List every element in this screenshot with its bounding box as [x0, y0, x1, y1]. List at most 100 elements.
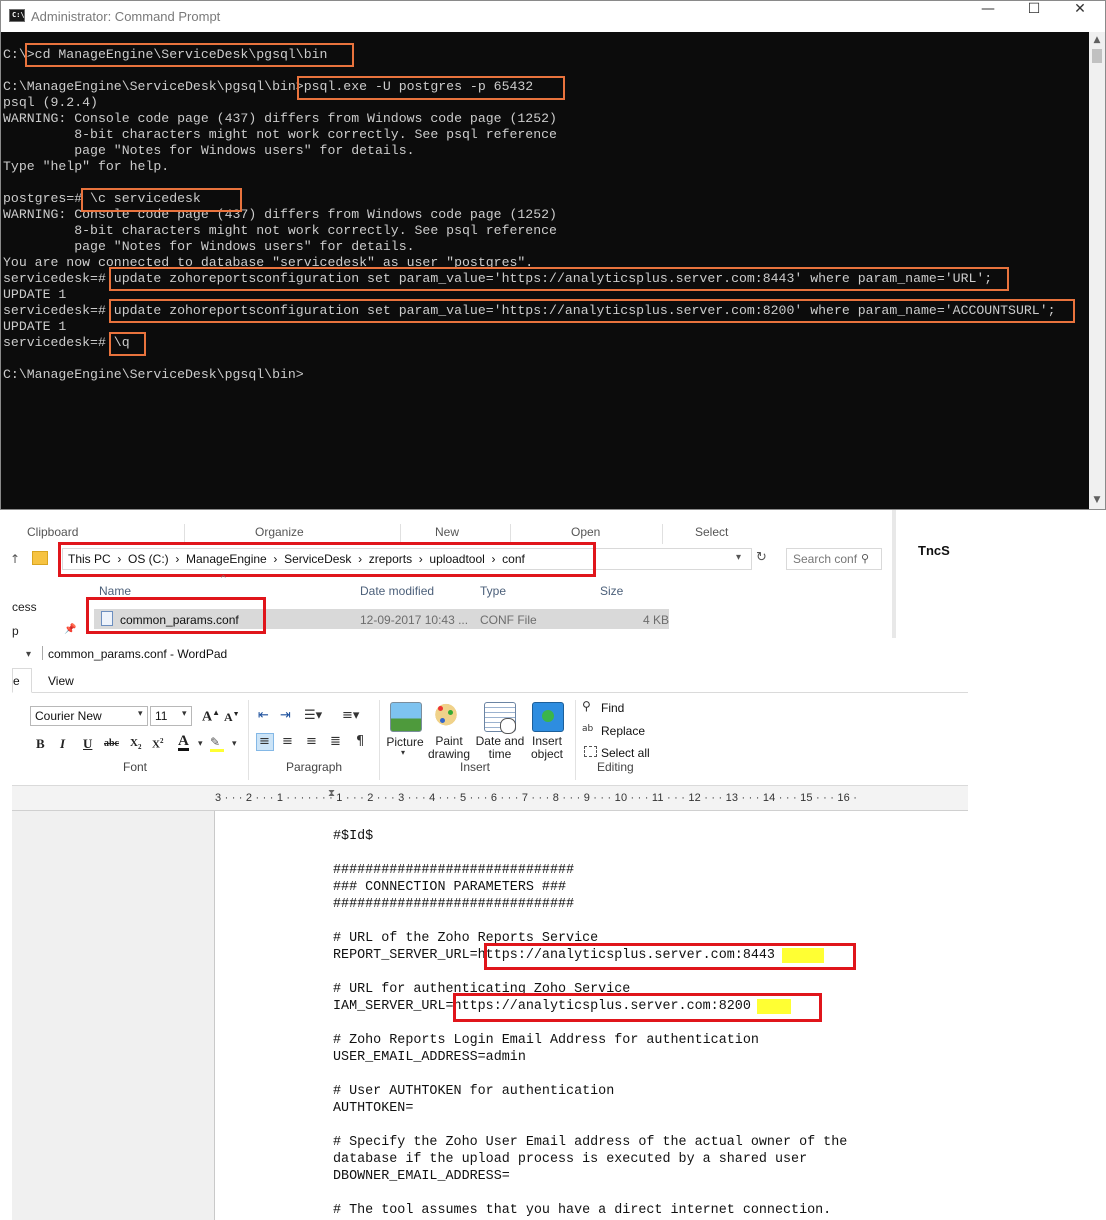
ribbon-group-clipboard: Clipboard: [27, 525, 79, 539]
ribbon-group-new: New: [435, 525, 460, 539]
text-color-icon[interactable]: A: [178, 734, 189, 751]
picture-button[interactable]: Picture: [382, 735, 428, 749]
minimize-button[interactable]: —: [965, 1, 1011, 32]
chevron-down-icon[interactable]: ▾: [138, 709, 143, 719]
annotation-box-path: [58, 542, 596, 577]
ribbon-group-select: Select: [695, 525, 729, 539]
divider: [248, 700, 249, 780]
annotation-box-cd: [25, 43, 354, 67]
annotation-box-connect: [81, 188, 242, 212]
paint-dot: [440, 718, 445, 723]
cmd-scrollbar[interactable]: ▲ ▼: [1089, 32, 1105, 509]
ribbon-group-organize: Organize: [255, 525, 304, 539]
insert-object-button[interactable]: Insert object: [524, 735, 570, 761]
annotation-box-update-url: [109, 267, 1009, 291]
tab-home[interactable]: e: [12, 668, 32, 693]
console-line: Type "help" for help.: [3, 159, 170, 174]
subscript-icon[interactable]: X2: [130, 737, 141, 751]
align-left-icon[interactable]: ≡: [259, 734, 270, 749]
strikethrough-icon[interactable]: abc: [104, 738, 119, 749]
date-time-button[interactable]: Date and time: [474, 735, 526, 761]
column-type[interactable]: Type: [480, 584, 506, 598]
scroll-thumb[interactable]: [1092, 49, 1102, 63]
doc-line: database if the upload process is execut…: [333, 1152, 808, 1167]
doc-line: # User AUTHTOKEN for authentication: [333, 1084, 615, 1099]
paragraph-settings-icon[interactable]: ¶: [356, 734, 364, 749]
group-label-paragraph: Paragraph: [286, 760, 343, 774]
scroll-up-icon[interactable]: ▲: [1089, 32, 1105, 48]
nav-item-p[interactable]: p: [12, 624, 19, 638]
grow-font-icon[interactable]: A▲: [202, 708, 220, 726]
find-button[interactable]: Find: [601, 701, 624, 715]
close-button[interactable]: ✕: [1057, 1, 1103, 32]
up-arrow-icon[interactable]: ↑: [10, 552, 20, 566]
doc-line: # Zoho Reports Login Email Address for a…: [333, 1033, 759, 1048]
cmd-window-title: Administrator: Command Prompt: [31, 9, 221, 24]
ribbon-tabs: e View: [12, 668, 968, 693]
sort-caret-icon: ^: [220, 574, 227, 583]
align-right-icon[interactable]: ≡: [306, 734, 317, 749]
divider: [510, 524, 511, 544]
paint-drawing-button[interactable]: Paint drawing: [424, 735, 474, 761]
file-explorer-window: Clipboard Organize New Open Select ↑ Thi…: [10, 510, 968, 638]
refresh-icon[interactable]: ↻: [756, 550, 767, 565]
ruler-scale: 3 · · · 2 · · · 1 · · · · · · · 1 · · · …: [215, 792, 858, 804]
console-line: WARNING: Console code page (437) differs…: [3, 111, 557, 126]
group-label-editing: Editing: [597, 760, 634, 774]
cmd-titlebar[interactable]: C:\. Administrator: Command Prompt — ☐ ✕: [1, 1, 1105, 32]
search-icon: ⚲: [861, 552, 870, 565]
doc-line: USER_EMAIL_ADDRESS=admin: [333, 1050, 526, 1065]
chevron-down-icon[interactable]: ▾: [182, 709, 187, 719]
window-edge: [892, 510, 896, 638]
line-spacing-icon[interactable]: ≡▾: [342, 708, 359, 723]
superscript-icon[interactable]: X2: [152, 737, 163, 751]
annotation-box-report-url: [484, 943, 856, 970]
column-date-modified[interactable]: Date modified: [360, 584, 434, 598]
tab-view[interactable]: View: [48, 674, 74, 688]
doc-line: #$Id$: [333, 829, 374, 844]
wordpad-title: common_params.conf - WordPad: [48, 647, 228, 661]
select-all-icon: [584, 746, 597, 757]
cmd-console[interactable]: C:\>cd ManageEngine\ServiceDesk\pgsql\bi…: [1, 32, 1089, 509]
scroll-down-icon[interactable]: ▼: [1089, 492, 1105, 508]
bullet-list-icon[interactable]: ☰▾: [304, 708, 322, 723]
underline-icon[interactable]: U: [83, 736, 92, 752]
shrink-font-icon[interactable]: A▼: [224, 710, 240, 725]
picture-icon[interactable]: [390, 702, 422, 732]
maximize-button[interactable]: ☐: [1011, 1, 1057, 32]
file-size: 4 KB: [643, 613, 670, 627]
divider: [662, 524, 663, 544]
console-line: UPDATE 1: [3, 319, 67, 334]
nav-item-quick-access[interactable]: cess: [12, 600, 37, 614]
chevron-down-icon[interactable]: ▾: [401, 748, 405, 757]
indent-marker-icon[interactable]: ⧗: [328, 788, 335, 799]
annotation-box-iam-url: [453, 993, 822, 1022]
console-line: page "Notes for Windows users" for detai…: [3, 239, 415, 254]
annotation-box-update-accountsurl: [109, 299, 1075, 323]
doc-line: AUTHTOKEN=: [333, 1101, 414, 1116]
increase-indent-icon[interactable]: ⇥: [280, 708, 291, 723]
highlight-color-icon[interactable]: ✎: [210, 735, 224, 752]
quick-access-dropdown-icon[interactable]: ▾: [26, 649, 31, 660]
bold-icon[interactable]: B: [36, 736, 45, 752]
divider: [42, 646, 43, 660]
chevron-down-icon[interactable]: ▾: [736, 552, 741, 563]
column-name[interactable]: Name: [99, 584, 131, 598]
clock-icon: [500, 718, 516, 734]
justify-icon[interactable]: ≣: [330, 734, 341, 749]
align-center-icon[interactable]: ≡: [282, 734, 293, 749]
chevron-down-icon[interactable]: ▾: [232, 739, 237, 749]
select-all-button[interactable]: Select all: [601, 746, 650, 760]
decrease-indent-icon[interactable]: ⇤: [258, 708, 269, 723]
replace-icon: ab: [582, 724, 594, 734]
tab-home-label: e: [13, 674, 20, 688]
replace-button[interactable]: Replace: [601, 724, 645, 738]
column-size[interactable]: Size: [600, 584, 623, 598]
annotation-box-quit: [109, 332, 146, 356]
font-family-select[interactable]: Courier New: [30, 706, 148, 726]
italic-icon[interactable]: I: [60, 736, 65, 752]
chevron-down-icon[interactable]: ▾: [198, 739, 203, 749]
ruler[interactable]: 3 · · · 2 · · · 1 · · · · · · · 1 · · · …: [12, 786, 968, 811]
group-label-insert: Insert: [460, 760, 491, 774]
doc-line: DBOWNER_EMAIL_ADDRESS=: [333, 1169, 510, 1184]
